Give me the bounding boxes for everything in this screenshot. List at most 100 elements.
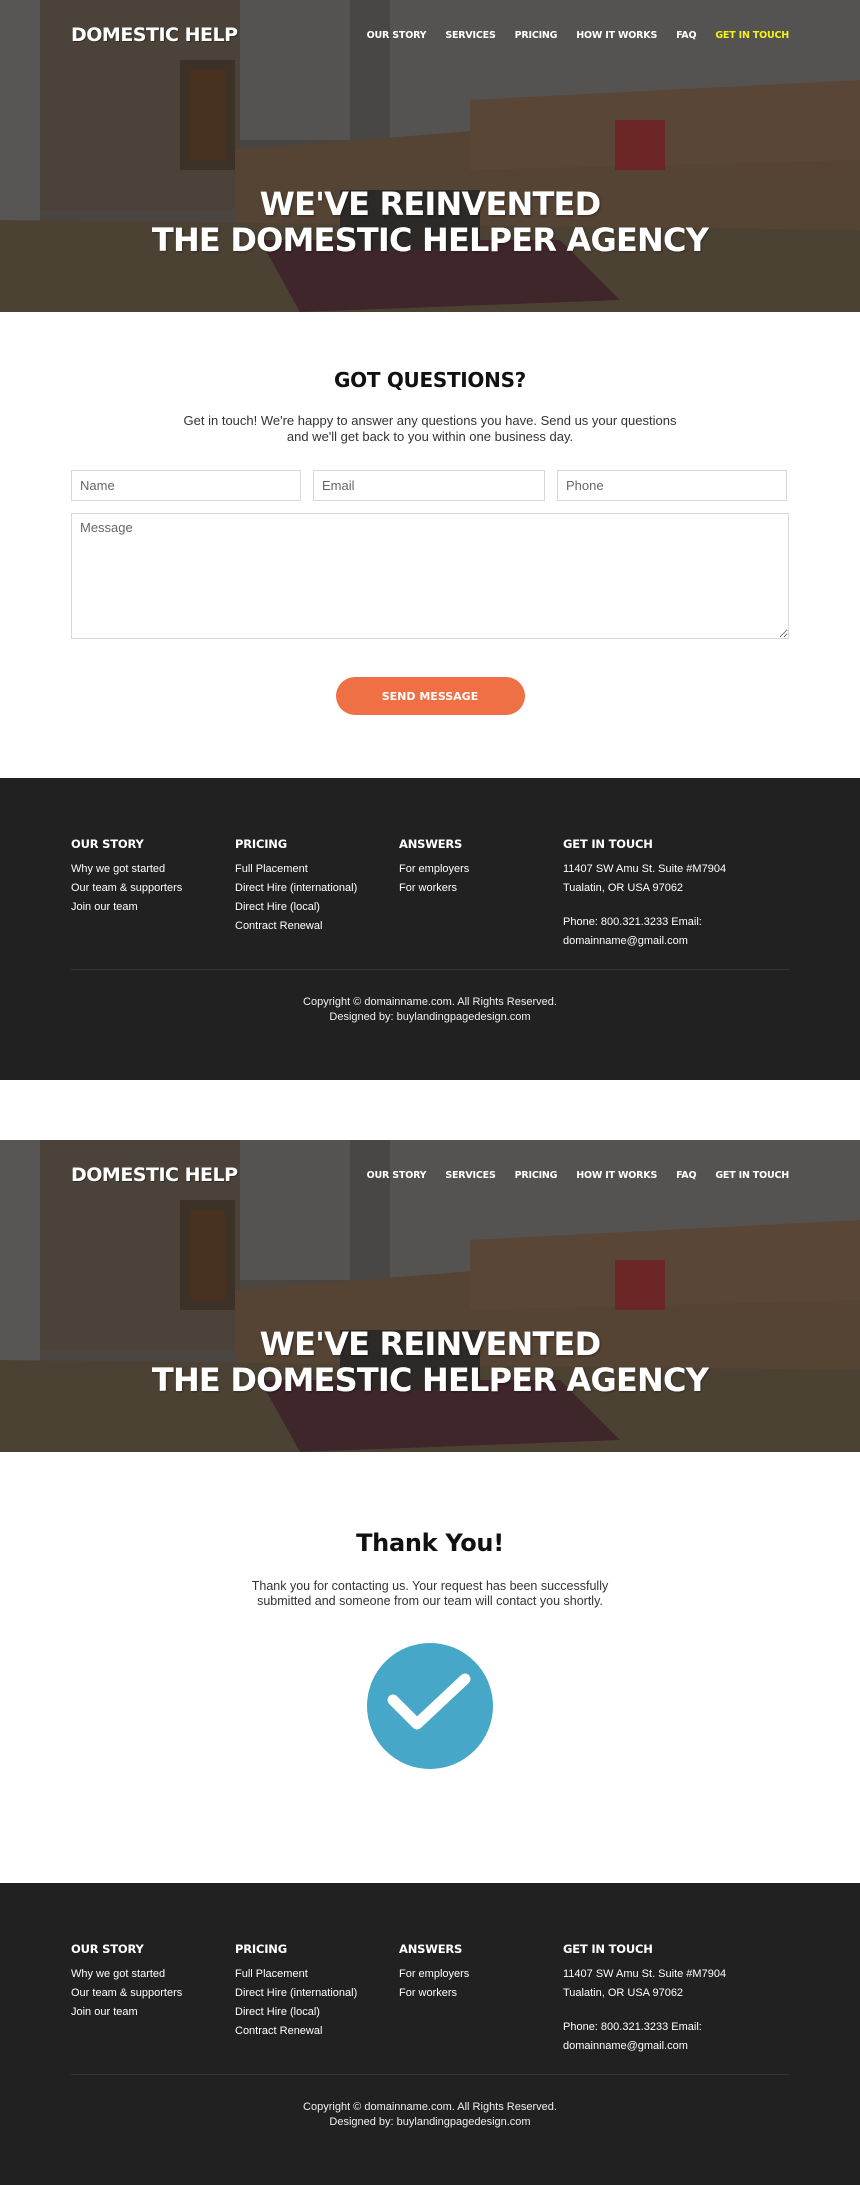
footer-email-link[interactable]: domainname@gmail.com	[563, 932, 783, 951]
name-input[interactable]	[71, 470, 301, 501]
footer-link[interactable]: Full Placement	[235, 1965, 399, 1984]
hero-section-thank-you-page: DOMESTIC HELP OUR STORY SERVICES PRICING…	[0, 1140, 860, 1452]
footer-link[interactable]: Our team & supporters	[71, 1984, 235, 2003]
footer-columns: OUR STORY Why we got started Our team & …	[0, 1883, 860, 2056]
footer-phone: Phone: 800.321.3233 Email:	[563, 2021, 702, 2033]
footer-heading-get-in-touch: GET IN TOUCH	[563, 1942, 653, 1956]
site-logo[interactable]: DOMESTIC HELP	[71, 1164, 238, 1186]
footer-address: 11407 SW Amu St. Suite #M7904 Tualatin, …	[563, 1965, 783, 2003]
copyright-text: Copyright © domainname.com. All Rights R…	[303, 2101, 557, 2113]
hero-headline-line-2: THE DOMESTIC HELPER AGENCY	[151, 1361, 709, 1399]
contact-section: GOT QUESTIONS? Get in touch! We're happy…	[0, 312, 860, 778]
hero-headline-line-1: WE'VE REINVENTED	[259, 185, 602, 223]
site-footer: OUR STORY Why we got started Our team & …	[0, 1883, 860, 2185]
nav-link-get-in-touch[interactable]: GET IN TOUCH	[715, 1170, 789, 1181]
footer-column-pricing: PRICING Full Placement Direct Hire (inte…	[235, 837, 399, 951]
footer-link[interactable]: Why we got started	[71, 860, 235, 879]
contact-form: SEND MESSAGE	[71, 470, 789, 715]
main-navigation: DOMESTIC HELP OUR STORY SERVICES PRICING…	[0, 0, 860, 70]
nav-link-how-it-works[interactable]: HOW IT WORKS	[576, 1170, 657, 1181]
nav-link-pricing[interactable]: PRICING	[515, 1170, 558, 1181]
footer-link[interactable]: Join our team	[71, 898, 235, 917]
thank-you-section: Thank You! Thank you for contacting us. …	[0, 1452, 860, 1883]
page-separator	[0, 1080, 860, 1140]
footer-link[interactable]: For workers	[399, 879, 563, 898]
phone-input[interactable]	[557, 470, 787, 501]
nav-link-our-story[interactable]: OUR STORY	[367, 30, 427, 41]
footer-divider	[71, 969, 789, 970]
footer-divider	[71, 2074, 789, 2075]
footer-link[interactable]: For employers	[399, 1965, 563, 1984]
copyright-text: Copyright © domainname.com. All Rights R…	[303, 996, 557, 1008]
hero-headline: WE'VE REINVENTED THE DOMESTIC HELPER AGE…	[0, 186, 860, 258]
nav-link-services[interactable]: SERVICES	[445, 30, 495, 41]
footer-column-answers: ANSWERS For employers For workers	[399, 837, 563, 951]
footer-link[interactable]: Our team & supporters	[71, 879, 235, 898]
footer-heading-answers: ANSWERS	[399, 1942, 463, 1956]
thank-you-message: Thank you for contacting us. Your reques…	[251, 1579, 609, 1608]
hero-headline: WE'VE REINVENTED THE DOMESTIC HELPER AGE…	[0, 1326, 860, 1398]
footer-heading-our-story: OUR STORY	[71, 837, 144, 851]
footer-copyright: Copyright © domainname.com. All Rights R…	[0, 2100, 860, 2130]
hero-section: DOMESTIC HELP OUR STORY SERVICES PRICING…	[0, 0, 860, 312]
footer-column-our-story: OUR STORY Why we got started Our team & …	[71, 1942, 235, 2056]
footer-link[interactable]: Direct Hire (international)	[235, 1984, 399, 2003]
footer-columns: OUR STORY Why we got started Our team & …	[0, 778, 860, 951]
footer-heading-answers: ANSWERS	[399, 837, 463, 851]
footer-link[interactable]: For employers	[399, 860, 563, 879]
footer-phone-email: Phone: 800.321.3233 Email: domainname@gm…	[563, 2018, 783, 2056]
nav-link-pricing[interactable]: PRICING	[515, 30, 558, 41]
footer-address-line-1: 11407 SW Amu St. Suite #M7904	[563, 863, 727, 875]
nav-link-services[interactable]: SERVICES	[445, 1170, 495, 1181]
footer-link[interactable]: For workers	[399, 1984, 563, 2003]
footer-phone-email: Phone: 800.321.3233 Email: domainname@gm…	[563, 913, 783, 951]
footer-link[interactable]: Contract Renewal	[235, 917, 399, 936]
site-logo[interactable]: DOMESTIC HELP	[71, 24, 238, 46]
nav-link-faq[interactable]: FAQ	[676, 1170, 696, 1181]
footer-link[interactable]: Direct Hire (international)	[235, 879, 399, 898]
footer-column-pricing: PRICING Full Placement Direct Hire (inte…	[235, 1942, 399, 2056]
footer-address-line-2: Tualatin, OR USA 97062	[563, 1987, 684, 1999]
contact-form-row	[71, 470, 789, 501]
contact-description: Get in touch! We're happy to answer any …	[183, 413, 677, 444]
nav-link-our-story[interactable]: OUR STORY	[367, 1170, 427, 1181]
footer-link[interactable]: Direct Hire (local)	[235, 898, 399, 917]
designed-by-text: Designed by: buylandingpagedesign.com	[329, 1011, 531, 1023]
footer-column-get-in-touch: GET IN TOUCH 11407 SW Amu St. Suite #M79…	[563, 1942, 783, 2056]
footer-link[interactable]: Why we got started	[71, 1965, 235, 1984]
footer-copyright: Copyright © domainname.com. All Rights R…	[0, 995, 860, 1025]
footer-heading-get-in-touch: GET IN TOUCH	[563, 837, 653, 851]
footer-heading-pricing: PRICING	[235, 837, 287, 851]
footer-link[interactable]: Full Placement	[235, 860, 399, 879]
nav-link-faq[interactable]: FAQ	[676, 30, 696, 41]
designed-by-text: Designed by: buylandingpagedesign.com	[329, 2116, 531, 2128]
thank-you-title: Thank You!	[356, 1529, 504, 1557]
nav-link-how-it-works[interactable]: HOW IT WORKS	[576, 30, 657, 41]
nav-menu: OUR STORY SERVICES PRICING HOW IT WORKS …	[348, 30, 790, 41]
footer-column-get-in-touch: GET IN TOUCH 11407 SW Amu St. Suite #M79…	[563, 837, 783, 951]
footer-address-line-1: 11407 SW Amu St. Suite #M7904	[563, 1968, 727, 1980]
email-input[interactable]	[313, 470, 545, 501]
message-textarea[interactable]	[71, 513, 789, 639]
footer-link[interactable]: Contract Renewal	[235, 2022, 399, 2041]
footer-column-our-story: OUR STORY Why we got started Our team & …	[71, 837, 235, 951]
footer-address: 11407 SW Amu St. Suite #M7904 Tualatin, …	[563, 860, 783, 898]
footer-heading-pricing: PRICING	[235, 1942, 287, 1956]
footer-heading-our-story: OUR STORY	[71, 1942, 144, 1956]
hero-headline-line-2: THE DOMESTIC HELPER AGENCY	[151, 221, 709, 259]
main-navigation: DOMESTIC HELP OUR STORY SERVICES PRICING…	[0, 1140, 860, 1210]
contact-title: GOT QUESTIONS?	[334, 368, 526, 392]
send-message-button[interactable]: SEND MESSAGE	[335, 677, 525, 715]
footer-phone: Phone: 800.321.3233 Email:	[563, 916, 702, 928]
footer-email-link[interactable]: domainname@gmail.com	[563, 2037, 783, 2056]
checkmark-icon	[387, 1673, 471, 1730]
site-footer: OUR STORY Why we got started Our team & …	[0, 778, 860, 1080]
footer-address-line-2: Tualatin, OR USA 97062	[563, 882, 684, 894]
checkmark-circle-icon	[367, 1643, 493, 1769]
nav-link-get-in-touch[interactable]: GET IN TOUCH	[715, 30, 789, 41]
footer-link[interactable]: Direct Hire (local)	[235, 2003, 399, 2022]
hero-headline-line-1: WE'VE REINVENTED	[259, 1325, 602, 1363]
footer-column-answers: ANSWERS For employers For workers	[399, 1942, 563, 2056]
footer-link[interactable]: Join our team	[71, 2003, 235, 2022]
nav-menu: OUR STORY SERVICES PRICING HOW IT WORKS …	[348, 1170, 790, 1181]
